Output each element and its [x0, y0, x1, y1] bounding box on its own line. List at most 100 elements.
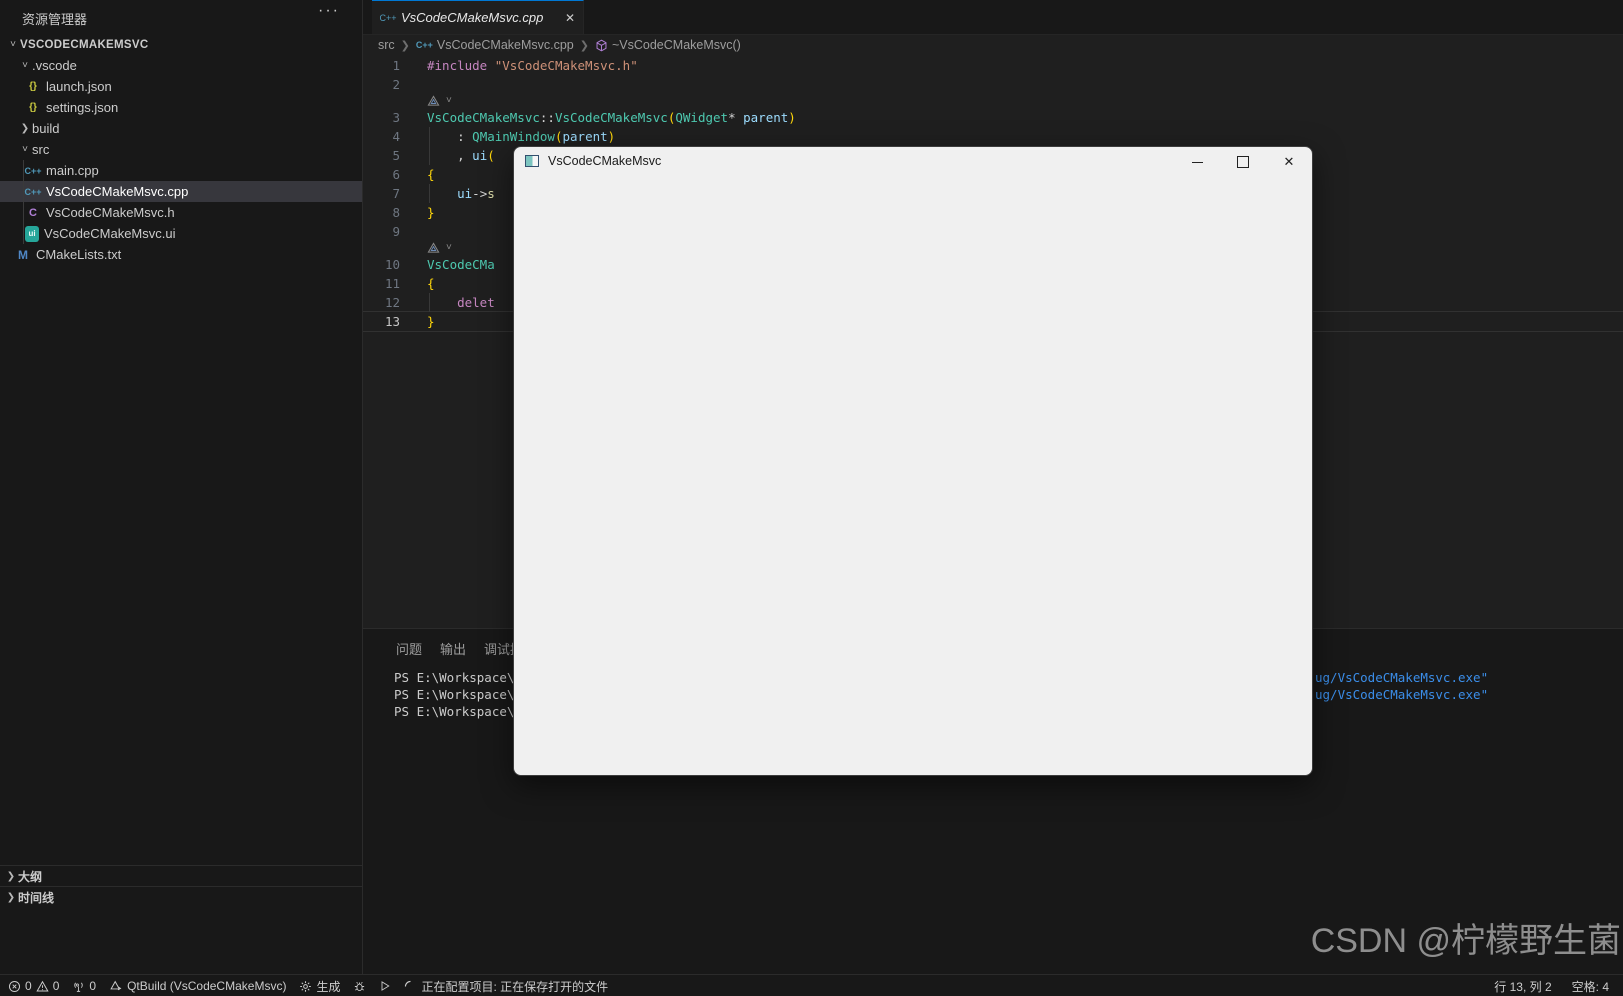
line-number: 7: [392, 186, 400, 201]
tree-item[interactable]: ˅ VSCODECMAKEMSVC: [0, 34, 362, 55]
breadcrumb-folder[interactable]: src: [378, 38, 395, 52]
explorer-sidebar: 资源管理器 ··· ˅ VSCODECMAKEMSVC ˅ .vscode {} laun…: [0, 0, 363, 974]
broadcast-icon: [74, 982, 84, 992]
minimize-button[interactable]: [1174, 147, 1220, 177]
breadcrumb-symbol[interactable]: ~VsCodeCMakeMsvc(): [612, 38, 741, 52]
tree-item[interactable]: ❯ build: [0, 118, 362, 139]
line-number: 5: [392, 148, 400, 163]
cmake-preset-label: QtBuild (VsCodeCMakeMsvc): [127, 979, 287, 993]
progress-text: 正在配置项目: 正在保存打开的文件: [421, 979, 609, 994]
csdn-watermark: CSDN @柠檬野生菌: [1310, 922, 1621, 960]
tree-item[interactable]: C++ main.cpp: [0, 160, 362, 181]
line-number: 12: [384, 295, 400, 310]
cpp-file-icon: C++: [415, 40, 433, 50]
problems-status[interactable]: 0 0: [8, 979, 59, 993]
tree-item-label: .vscode: [32, 58, 77, 73]
qt-app-icon: [525, 155, 539, 167]
tree-item[interactable]: M CMakeLists.txt: [0, 244, 362, 265]
chevron-down-icon: ˅: [22, 60, 28, 71]
panel-tab[interactable]: 问题: [396, 639, 422, 658]
chevron-down-icon: ˅: [22, 144, 28, 155]
ai-codelens-icon: [427, 95, 440, 106]
status-bar: 0 0 0 QtBuild (VsCodeCMakeMsvc) 生成 正在配置项…: [0, 974, 1623, 996]
code-text: VsCodeCMa: [427, 257, 495, 272]
launch-button[interactable]: [379, 980, 391, 992]
tree-item[interactable]: ˅ src: [0, 139, 362, 160]
qt-window-title: VsCodeCMakeMsvc: [548, 154, 662, 168]
tree-item-label: VsCodeCMakeMsvc.h: [46, 205, 175, 220]
code-text: : QMainWindow(parent): [400, 127, 615, 146]
vscode-window: 资源管理器 ··· ˅ VSCODECMAKEMSVC ˅ .vscode {} laun…: [0, 0, 1623, 996]
tab-vscodecmakemsvc-cpp[interactable]: C++ VsCodeCMakeMsvc.cpp ✕: [372, 0, 584, 34]
more-actions-icon[interactable]: ···: [318, 2, 340, 20]
spinner-icon: [405, 980, 412, 987]
line-number: 10: [384, 257, 400, 272]
tree-item[interactable]: C++ VsCodeCMakeMsvc.cpp: [0, 181, 362, 202]
code-line[interactable]: 4 : QMainWindow(parent): [363, 127, 1623, 146]
breadcrumb: src ❯ C++ VsCodeCMakeMsvc.cpp ❯ ~VsCodeC…: [363, 34, 1623, 56]
debug-button[interactable]: [353, 980, 366, 993]
broadcast-status[interactable]: 0: [72, 979, 96, 993]
line-number: 1: [392, 58, 400, 73]
qt-window-body: [514, 177, 1312, 775]
code-line[interactable]: 3 VsCodeCMakeMsvc::VsCodeCMakeMsvc(QWidge…: [363, 108, 1623, 127]
tree-item[interactable]: {} launch.json: [0, 76, 362, 97]
breadcrumb-file[interactable]: VsCodeCMakeMsvc.cpp: [437, 38, 574, 52]
line-number: 2: [392, 77, 400, 92]
panel-tab[interactable]: 输出: [440, 639, 466, 658]
chevron-right-icon: ❯: [20, 123, 30, 134]
code-line[interactable]: 2: [363, 75, 1623, 94]
close-button[interactable]: ✕: [1266, 147, 1312, 177]
error-count: 0: [25, 979, 32, 993]
tree-item-label: settings.json: [46, 100, 119, 115]
terminal-prompt-text: PS E:\Workspace\Q: [394, 704, 522, 719]
cursor-position[interactable]: 行 13, 列 2: [1494, 978, 1551, 995]
terminal-prompt-text: PS E:\Workspace\Q: [394, 670, 522, 685]
broadcast-count: 0: [89, 979, 97, 993]
code-line[interactable]: 1 #include "VsCodeCMakeMsvc.h": [363, 56, 1623, 75]
tree-item[interactable]: {} settings.json: [0, 97, 362, 118]
maximize-button[interactable]: [1220, 147, 1266, 177]
tree-item[interactable]: ˅ .vscode: [0, 55, 362, 76]
cmake-preset-selector[interactable]: QtBuild (VsCodeCMakeMsvc): [109, 979, 286, 993]
outline-section[interactable]: ❯ 大纲: [0, 865, 362, 887]
code-text: ui->s: [400, 184, 495, 203]
line-number: 9: [392, 224, 400, 239]
codelens-row[interactable]: ˅: [363, 94, 1623, 108]
code-text: {: [427, 167, 435, 182]
ai-codelens-icon: [427, 242, 440, 253]
tree-item-label: CMakeLists.txt: [36, 247, 122, 262]
ui-file-icon: ui: [25, 225, 39, 242]
cmake-build-button[interactable]: 生成: [299, 978, 340, 995]
timeline-section[interactable]: ❯ 时间线: [0, 886, 362, 908]
error-icon: [8, 980, 21, 992]
line-number: 13: [384, 314, 400, 329]
line-number: 8: [392, 205, 400, 220]
line-number: 4: [392, 129, 400, 144]
h-file-icon: C: [29, 206, 37, 219]
cmake-icon: [110, 980, 122, 990]
build-label: 生成: [316, 979, 341, 994]
code-text: }: [427, 205, 435, 220]
close-icon[interactable]: ✕: [565, 11, 575, 25]
qt-title-bar[interactable]: VsCodeCMakeMsvc ✕: [514, 147, 1312, 177]
warning-icon: [36, 980, 49, 991]
indentation-setting[interactable]: 空格: 4: [1572, 978, 1609, 995]
configure-progress[interactable]: 正在配置项目: 正在保存打开的文件: [404, 978, 608, 995]
symbol-method-icon: [595, 39, 608, 52]
json-file-icon: {}: [29, 81, 37, 92]
chevron-right-icon: ❯: [400, 39, 410, 52]
terminal-prompt-text: PS E:\Workspace\Q: [394, 687, 522, 702]
cmake-file-icon: M: [18, 247, 28, 262]
code-text: VsCodeCMakeMsvc::VsCodeCMakeMsvc(QWidget…: [427, 110, 796, 125]
code-text: , ui(: [400, 146, 495, 165]
tree-item[interactable]: ui VsCodeCMakeMsvc.ui: [0, 223, 362, 244]
bug-icon: [355, 981, 365, 991]
tree-item[interactable]: C VsCodeCMakeMsvc.h: [0, 202, 362, 223]
chevron-down-icon: ˅: [10, 39, 16, 50]
terminal-command-text: ug/VsCodeCMakeMsvc.exe": [1315, 670, 1489, 685]
explorer-title: 资源管理器: [22, 12, 88, 27]
code-text: {: [427, 276, 435, 291]
outline-label: 大纲: [18, 870, 43, 884]
chevron-right-icon: ❯: [6, 871, 16, 882]
